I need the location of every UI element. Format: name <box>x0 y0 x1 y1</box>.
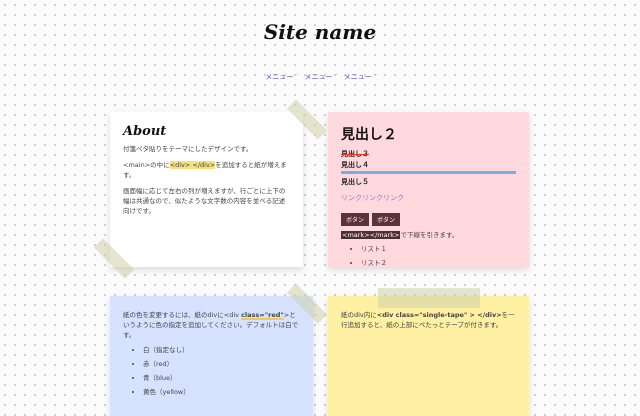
code-snippet: <div> </div> <box>169 161 216 169</box>
about-heading: About <box>123 124 167 139</box>
nav-separator: ˋ <box>296 74 300 81</box>
heading-4: 見出し４ <box>341 160 516 174</box>
list-item: 黄色（yellow） <box>143 385 300 399</box>
class-code: class="red" <box>241 311 284 319</box>
site-title[interactable]: Site name <box>0 20 640 44</box>
nav-item-3[interactable]: メニュー <box>344 73 372 81</box>
heading-5: 見出し５ <box>341 178 369 186</box>
sample-list: リスト１ リスト２ <box>341 242 516 270</box>
nav-separator: ˋ <box>335 74 339 81</box>
about-paragraph-2: <main>の中に<div> </div>を追加すると紙が増えます。 <box>123 161 287 179</box>
about-paragraph-1: 付箋ペタ貼りをテーマにしたデザインです。 <box>123 145 253 153</box>
tape-instructions: 紙のdiv内に<div class="single-tape" > </div>… <box>341 311 515 329</box>
nav-item-2[interactable]: メニュー <box>305 73 333 81</box>
nav-item-1[interactable]: メニュー <box>265 73 293 81</box>
heading-3: 見出し３ <box>341 150 369 158</box>
list-item: リスト１ <box>361 242 516 256</box>
blue-card: 紙の色を変更するには、紙のdivに<div class="red">というように… <box>110 296 313 416</box>
tape-code: <div class="single-tape" > </div> <box>376 311 502 319</box>
color-instructions: 紙の色を変更するには、紙のdivに<div class="red">というように… <box>123 311 299 339</box>
list-item: リスト２ <box>361 256 516 270</box>
tape-decoration <box>378 288 480 308</box>
color-list: 白（指定なし） 赤（red） 青（blue） 黄色（yellow） <box>123 343 300 399</box>
about-paragraph-3: 画面幅に応じて左右の列が増えますが、行ごとに上下の幅は共通なので、似たような文字… <box>123 187 286 215</box>
nav-separator: ˋ <box>374 74 378 81</box>
button-row: ボタン ボタン <box>341 207 516 226</box>
sample-button-1[interactable]: ボタン <box>341 213 370 226</box>
mark-paragraph: <mark></mark>で下線を引きます。 <box>341 231 459 239</box>
about-card: About 付箋ペタ貼りをテーマにしたデザインです。 <main>の中に<div… <box>110 112 303 267</box>
list-item: 白（指定なし） <box>143 343 300 357</box>
heading-2: 見出し２ <box>341 127 397 143</box>
mark-code: <mark></mark> <box>341 231 401 239</box>
sample-link[interactable]: リンクリンクリンク <box>341 193 516 203</box>
yellow-card: 紙のdiv内に<div class="single-tape" > </div>… <box>328 296 529 416</box>
main-nav: メニュー ˋ メニュー ˋ メニュー ˋ <box>0 72 640 82</box>
list-item: 青（blue） <box>143 371 300 385</box>
list-item: 赤（red） <box>143 357 300 371</box>
red-card: 見出し２ 見出し３ 見出し４ 見出し５ リンクリンクリンク ボタン ボタン <ma… <box>328 112 529 267</box>
sample-button-2[interactable]: ボタン <box>372 213 401 226</box>
